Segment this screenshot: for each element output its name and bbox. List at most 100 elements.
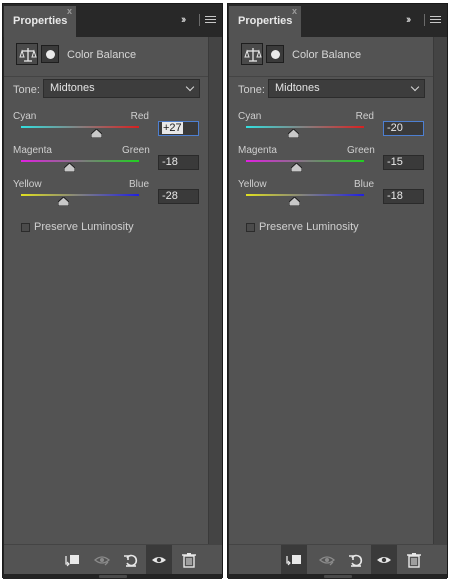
slider-track[interactable]: [246, 160, 364, 162]
panel-menu-icon[interactable]: [205, 16, 216, 24]
collapse-icon[interactable]: ››: [406, 14, 418, 26]
slider-magenta-green: Magenta Green -18: [4, 145, 208, 179]
collapse-icon[interactable]: ››: [181, 14, 193, 26]
slider-value-input[interactable]: +27: [158, 121, 199, 136]
slider-right-label: Green: [347, 145, 375, 156]
scrollbar[interactable]: [208, 37, 222, 544]
eye-icon: [377, 557, 391, 563]
slider-cyan-red: Cyan Red -20: [229, 111, 433, 145]
clipped-to-layer-icon: [286, 555, 301, 566]
slider-value-text: -28: [162, 190, 178, 202]
slider-thumb[interactable]: [90, 129, 102, 138]
panel-footer: [229, 544, 447, 575]
adjustment-title: Color Balance: [67, 49, 137, 61]
slider-left-label: Yellow: [238, 179, 267, 190]
slider-right-label: Red: [355, 111, 374, 122]
tone-label: Tone:: [13, 84, 40, 96]
slider-value-input[interactable]: -15: [383, 155, 424, 170]
slider-value-input[interactable]: -18: [158, 155, 199, 170]
tone-select[interactable]: Midtones: [268, 79, 425, 98]
tab-properties[interactable]: Properties x: [229, 6, 301, 37]
view-previous-state-icon[interactable]: [317, 550, 337, 570]
slider-value-text: -15: [387, 156, 403, 168]
color-balance-icon[interactable]: [241, 43, 263, 65]
slider-track[interactable]: [21, 160, 139, 162]
panel-menu-icon[interactable]: [430, 16, 441, 24]
trash-icon[interactable]: [404, 550, 424, 570]
panel-footer: [4, 544, 222, 575]
clip-to-layer-button[interactable]: [281, 545, 307, 575]
slider-left-label: Cyan: [13, 111, 37, 122]
slider-thumb[interactable]: [291, 163, 303, 172]
preserve-luminosity-label[interactable]: Preserve Luminosity: [34, 221, 134, 233]
slider-track[interactable]: [246, 194, 364, 196]
slider-magenta-green: Magenta Green -15: [229, 145, 433, 179]
preserve-luminosity-checkbox[interactable]: [246, 223, 255, 232]
slider-track[interactable]: [246, 126, 364, 128]
panel-tab-bar: Properties x ››: [3, 4, 222, 37]
toggle-visibility-button[interactable]: [371, 545, 397, 575]
adjustment-body: Color Balance Tone: Midtones Cyan Red +2…: [4, 37, 208, 544]
slider-value-text: -18: [162, 156, 178, 168]
properties-panel-right: Properties x ›› Color Balance Tone: Midt…: [227, 3, 448, 579]
header-divider: [229, 76, 433, 77]
resize-grip[interactable]: [228, 574, 447, 579]
reset-icon[interactable]: [121, 550, 141, 570]
tabbar-divider: [199, 14, 200, 26]
tone-select-value: Midtones: [275, 82, 320, 94]
slider-track[interactable]: [21, 126, 139, 128]
slider-value-input[interactable]: -20: [383, 121, 424, 136]
slider-thumb[interactable]: [288, 129, 300, 138]
chevron-down-icon: [410, 82, 420, 92]
slider-track[interactable]: [21, 194, 139, 196]
toggle-visibility-button[interactable]: [146, 545, 172, 575]
resize-grip[interactable]: [3, 574, 222, 579]
tab-close-icon[interactable]: x: [292, 6, 300, 16]
slider-right-label: Blue: [128, 179, 149, 190]
tone-select[interactable]: Midtones: [43, 79, 200, 98]
slider-value-input[interactable]: -18: [383, 189, 424, 204]
slider-thumb[interactable]: [64, 163, 76, 172]
tone-label: Tone:: [238, 84, 265, 96]
slider-cyan-red: Cyan Red +27: [4, 111, 208, 145]
slider-right-label: Blue: [353, 179, 374, 190]
slider-left-label: Magenta: [13, 145, 52, 156]
slider-left-label: Cyan: [238, 111, 262, 122]
adjustment-header: Color Balance: [4, 37, 208, 77]
tab-label: Properties: [13, 15, 68, 27]
tabbar-divider: [424, 14, 425, 26]
slider-right-label: Green: [122, 145, 150, 156]
eye-icon: [152, 557, 166, 563]
reset-icon[interactable]: [346, 550, 366, 570]
tab-label: Properties: [238, 15, 293, 27]
adjustment-body: Color Balance Tone: Midtones Cyan Red -2…: [229, 37, 433, 544]
scrollbar[interactable]: [433, 37, 447, 544]
layer-mask-icon[interactable]: [266, 45, 284, 63]
color-balance-icon[interactable]: [16, 43, 38, 65]
slider-value-text: -18: [387, 190, 403, 202]
layer-mask-icon[interactable]: [41, 45, 59, 63]
adjustment-header: Color Balance: [229, 37, 433, 77]
slider-left-label: Magenta: [238, 145, 277, 156]
adjustment-title: Color Balance: [292, 49, 362, 61]
preserve-luminosity-label[interactable]: Preserve Luminosity: [259, 221, 359, 233]
view-previous-state-icon[interactable]: [92, 550, 112, 570]
tone-select-value: Midtones: [50, 82, 95, 94]
tab-close-icon[interactable]: x: [67, 6, 75, 16]
clip-to-layer-icon[interactable]: [62, 550, 82, 570]
slider-yellow-blue: Yellow Blue -28: [4, 179, 208, 213]
panel-tab-bar: Properties x ››: [228, 4, 447, 37]
chevron-down-icon: [185, 82, 195, 92]
slider-value-input[interactable]: -28: [158, 189, 199, 204]
preserve-luminosity-checkbox[interactable]: [21, 223, 30, 232]
tab-properties[interactable]: Properties x: [4, 6, 76, 37]
trash-icon[interactable]: [179, 550, 199, 570]
slider-value-text: +27: [162, 122, 183, 134]
slider-thumb[interactable]: [289, 197, 301, 206]
slider-right-label: Red: [130, 111, 149, 122]
slider-yellow-blue: Yellow Blue -18: [229, 179, 433, 213]
slider-thumb[interactable]: [58, 197, 70, 206]
slider-value-text: -20: [387, 122, 403, 134]
header-divider: [4, 76, 208, 77]
properties-panel-left: Properties x ›› Color Balance Tone: Midt…: [2, 3, 223, 579]
